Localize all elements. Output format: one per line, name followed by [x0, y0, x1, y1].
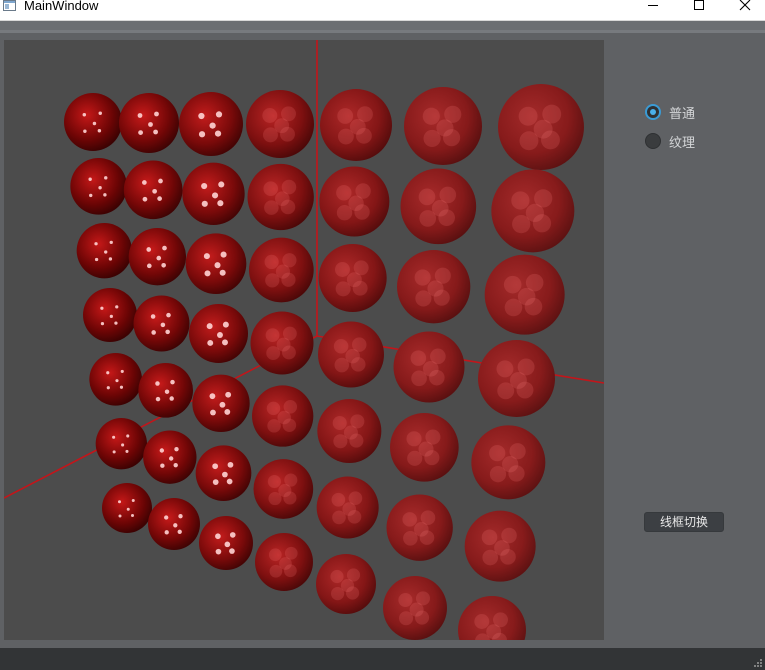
sphere: [386, 494, 453, 561]
sphere: [123, 160, 183, 220]
sphere: [404, 87, 482, 165]
radio-texture-indicator[interactable]: [645, 133, 661, 149]
sphere: [317, 399, 382, 463]
toolbar-divider: [0, 30, 765, 33]
3d-viewport[interactable]: [4, 40, 604, 640]
sphere: [189, 304, 248, 363]
radio-normal[interactable]: 普通: [645, 102, 695, 122]
sphere: [179, 92, 243, 156]
sphere: [253, 459, 314, 519]
status-bar: [0, 648, 765, 670]
sphere: [102, 483, 152, 533]
sphere: [464, 510, 536, 582]
sphere: [478, 340, 555, 417]
sphere: [119, 93, 179, 153]
sphere: [138, 363, 194, 418]
sphere: [458, 596, 526, 640]
sphere: [76, 223, 132, 279]
sphere: [397, 250, 471, 324]
sphere: [128, 228, 186, 286]
maximize-button[interactable]: [676, 0, 722, 20]
sphere: [393, 331, 465, 403]
maximize-icon: [694, 0, 704, 10]
close-icon: [739, 0, 751, 11]
minimize-icon: [648, 5, 658, 6]
sphere: [319, 166, 390, 237]
sphere: [246, 90, 314, 158]
sphere: [247, 163, 314, 231]
radio-normal-label: 普通: [669, 105, 696, 121]
title-bar: MainWindow: [0, 0, 765, 21]
sphere: [316, 476, 379, 539]
sphere: [316, 554, 376, 614]
sphere: [400, 168, 477, 245]
sphere: [133, 295, 190, 352]
radio-normal-indicator[interactable]: [645, 104, 661, 120]
toolbar-area: [0, 21, 765, 30]
sphere: [484, 254, 565, 335]
sphere: [89, 353, 142, 406]
sphere: [70, 158, 127, 215]
sphere: [199, 516, 253, 570]
sphere: [148, 498, 200, 550]
app-icon: [3, 0, 16, 11]
sphere: [64, 93, 122, 151]
sphere: [95, 418, 147, 470]
sphere-scene[interactable]: [4, 40, 604, 640]
sphere: [251, 385, 314, 447]
sphere: [83, 288, 137, 342]
sphere: [320, 89, 392, 161]
sphere: [318, 244, 387, 312]
sphere: [255, 533, 313, 591]
sphere: [249, 237, 314, 303]
window-title: MainWindow: [24, 0, 99, 13]
sphere: [390, 413, 459, 482]
minimize-button[interactable]: [630, 0, 676, 20]
resize-grip-icon[interactable]: [753, 658, 763, 668]
sphere: [491, 169, 575, 253]
sphere: [471, 425, 546, 500]
wireframe-toggle-button[interactable]: 线框切换: [644, 512, 724, 532]
sphere: [192, 374, 250, 433]
sphere: [250, 311, 314, 375]
sphere: [383, 576, 447, 640]
close-button[interactable]: [722, 0, 765, 20]
sphere: [185, 233, 247, 294]
sphere: [182, 162, 245, 225]
sphere: [195, 445, 252, 501]
sphere: [498, 84, 584, 170]
sphere: [318, 321, 384, 388]
radio-texture[interactable]: 纹理: [645, 131, 695, 151]
radio-texture-label: 纹理: [669, 134, 696, 150]
sphere: [143, 430, 197, 484]
